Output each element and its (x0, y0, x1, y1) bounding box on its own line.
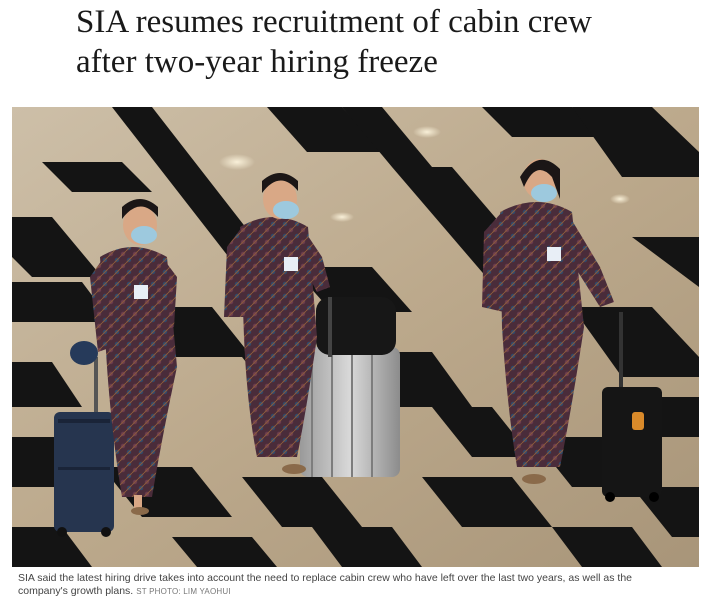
face-mask (273, 201, 299, 219)
article-headline: SIA resumes recruitment of cabin crew af… (76, 2, 696, 82)
suitcase-silver (300, 347, 400, 477)
face-mask (131, 226, 157, 244)
headline-line-2: after two-year hiring freeze (76, 44, 438, 80)
light-reflection (413, 126, 441, 138)
light-reflection (219, 154, 255, 170)
cabin-crew-photo (12, 107, 699, 567)
photo-credit: ST PHOTO: LIM YAOHUI (136, 587, 231, 596)
caption-line-1: SIA said the latest hiring drive takes i… (18, 572, 633, 584)
suitcase-black (602, 387, 662, 497)
caption-line-2: company's growth plans. (18, 585, 134, 597)
article-page: SIA resumes recruitment of cabin crew af… (0, 0, 714, 598)
face-mask (531, 184, 557, 202)
light-reflection (330, 212, 354, 222)
photo-caption: SIA said the latest hiring drive takes i… (18, 572, 698, 598)
light-reflection (610, 194, 630, 204)
headline-line-1: SIA resumes recruitment of cabin crew (76, 4, 592, 40)
suitcase-navy (54, 412, 114, 532)
article-photo (12, 107, 699, 567)
